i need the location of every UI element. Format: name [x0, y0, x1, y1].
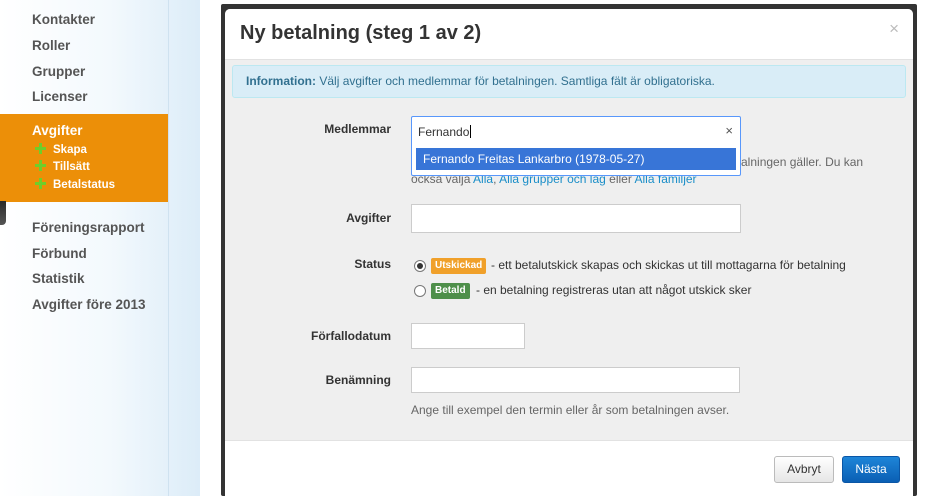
plus-icon: [35, 143, 46, 154]
sidebar-panel: Kontakter Roller Grupper Licenser Avgift…: [0, 0, 169, 496]
plus-icon: [35, 160, 46, 171]
name-label: Benämning: [325, 373, 391, 387]
subitem-label: Betalstatus: [53, 179, 115, 191]
dialog-title: Ny betalning (steg 1 av 2): [240, 22, 482, 44]
members-search-input[interactable]: Fernando: [418, 125, 472, 139]
new-payment-dialog: Ny betalning (steg 1 av 2) × Information…: [225, 9, 913, 496]
sidebar-item-foreningsrapport[interactable]: Föreningsrapport: [32, 220, 145, 235]
sidebar-item-forbund[interactable]: Förbund: [32, 246, 87, 261]
status-radio-utskickad[interactable]: [414, 260, 426, 272]
active-section-shadow: [0, 201, 6, 225]
dialog-header: Ny betalning (steg 1 av 2) ×: [225, 9, 913, 60]
sidebar-active-section: Avgifter Skapa Tillsätt Betalstatus: [0, 114, 168, 225]
info-prefix: Information:: [246, 74, 316, 88]
sidebar-item-grupper[interactable]: Grupper: [32, 64, 85, 79]
name-help: Ange till exempel den termin eller år so…: [411, 403, 730, 417]
name-input[interactable]: [411, 367, 740, 393]
fees-input[interactable]: [411, 204, 741, 233]
close-icon[interactable]: ×: [889, 19, 899, 39]
sidebar-item-roller[interactable]: Roller: [32, 38, 70, 53]
fees-label: Avgifter: [346, 211, 391, 225]
status-radio-betald[interactable]: [414, 285, 426, 297]
sidebar-item-licenser[interactable]: Licenser: [32, 89, 88, 104]
members-help-right: etalningen gäller. Du kan: [731, 155, 864, 169]
members-search-value: Fernando: [418, 125, 470, 139]
sidebar-subitem-tillsatt[interactable]: Tillsätt: [35, 159, 90, 173]
sidebar-item-kontakter[interactable]: Kontakter: [32, 12, 95, 27]
subitem-label: Skapa: [53, 144, 87, 156]
status-text-betald: - en betalning registreras utan att någo…: [476, 283, 752, 297]
plus-icon: [35, 178, 46, 189]
text-caret: [470, 125, 472, 138]
cancel-button[interactable]: Avbryt: [774, 456, 834, 483]
sidebar-subitem-skapa[interactable]: Skapa: [35, 142, 87, 156]
subitem-label: Tillsätt: [53, 161, 90, 173]
status-label: Status: [354, 257, 391, 271]
sidebar-item-avgifter[interactable]: Avgifter: [32, 123, 83, 138]
info-text: Välj avgifter och medlemmar för betalnin…: [319, 74, 715, 88]
status-text-utskickad: - ett betalutskick skapas och skickas ut…: [491, 258, 846, 272]
members-select[interactable]: Fernando × Fernando Freitas Lankarbro (1…: [411, 116, 741, 176]
members-option-highlighted[interactable]: Fernando Freitas Lankarbro (1978-05-27): [416, 148, 736, 170]
sidebar-item-avgifter-fore-2013[interactable]: Avgifter före 2013: [32, 297, 146, 312]
due-date-input[interactable]: [411, 323, 525, 349]
status-badge-utskickad: Utskickad: [431, 258, 487, 274]
next-button[interactable]: Nästa: [842, 456, 900, 483]
sidebar: Kontakter Roller Grupper Licenser Avgift…: [0, 0, 200, 496]
info-alert: Information: Välj avgifter och medlemmar…: [232, 65, 906, 98]
members-label: Medlemmar: [324, 122, 391, 136]
status-badge-betald: Betald: [431, 283, 470, 299]
sidebar-item-statistik[interactable]: Statistik: [32, 271, 85, 286]
dialog-footer: Avbryt Nästa: [225, 440, 913, 496]
sidebar-subitem-betalstatus[interactable]: Betalstatus: [35, 177, 115, 191]
due-date-label: Förfallodatum: [311, 329, 391, 343]
clear-icon[interactable]: ×: [725, 123, 733, 138]
